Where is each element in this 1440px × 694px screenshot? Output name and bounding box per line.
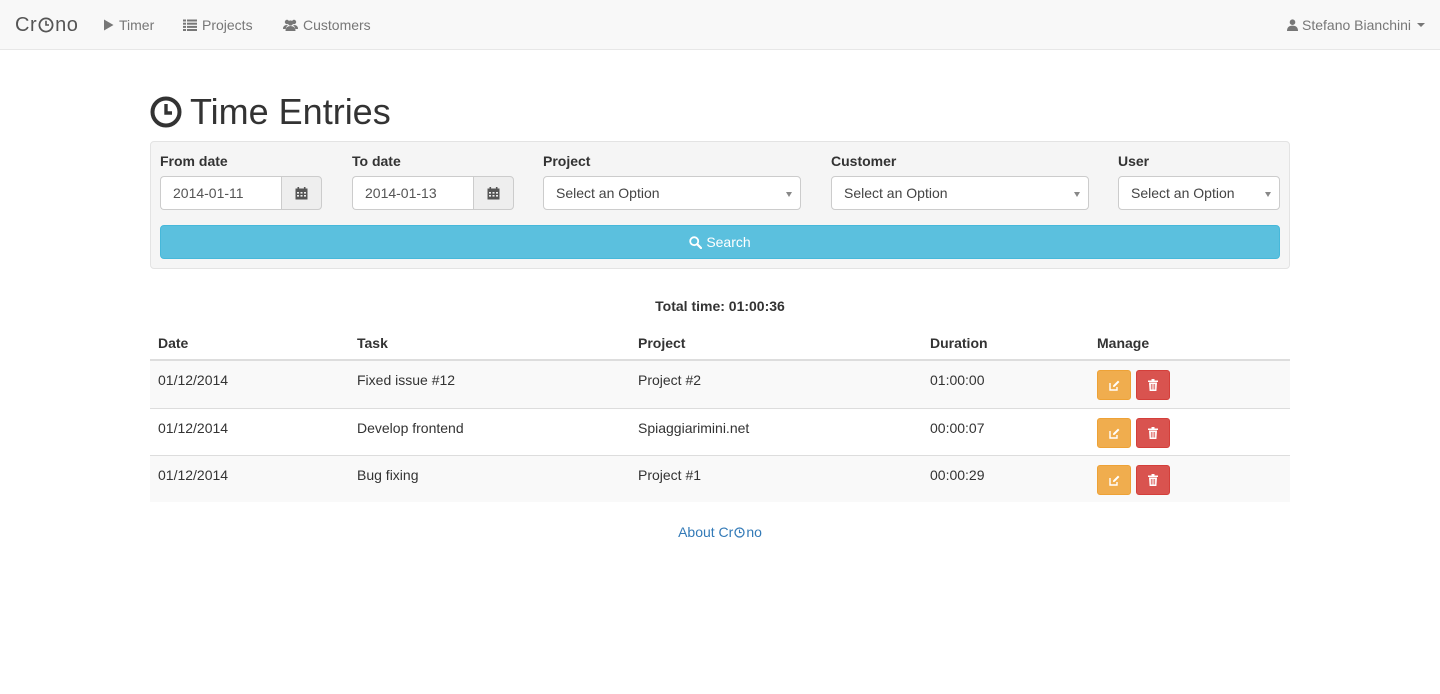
project-select[interactable]: Select an Option bbox=[543, 176, 801, 210]
trash-icon bbox=[1148, 474, 1158, 486]
nav-timer[interactable]: Timer bbox=[103, 0, 154, 50]
nav-customers[interactable]: Customers bbox=[283, 0, 371, 50]
column-header-task: Task bbox=[357, 335, 388, 351]
cell-project: Project #2 bbox=[638, 372, 702, 388]
dropdown-arrow-icon bbox=[1074, 192, 1080, 197]
edit-button[interactable] bbox=[1097, 370, 1131, 400]
edit-icon bbox=[1108, 475, 1119, 486]
cell-project: Spiaggiarimini.net bbox=[638, 420, 750, 436]
time-entries-table: Date Task Project Duration Manage 01/12/… bbox=[150, 324, 1290, 502]
project-filter-label: Project bbox=[543, 153, 591, 169]
user-select-value: Select an Option bbox=[1131, 185, 1235, 201]
nav-timer-label: Timer bbox=[119, 17, 155, 33]
about-link-suffix: no bbox=[746, 524, 762, 540]
total-time: Total time: 01:00:36 bbox=[655, 298, 785, 314]
calendar-icon bbox=[295, 186, 308, 199]
delete-button[interactable] bbox=[1136, 418, 1170, 448]
search-button[interactable]: Search bbox=[160, 225, 1280, 259]
nav-projects[interactable]: Projects bbox=[183, 0, 253, 50]
about-link[interactable]: About Cr no bbox=[0, 524, 1440, 540]
edit-button[interactable] bbox=[1097, 465, 1131, 495]
edit-button[interactable] bbox=[1097, 418, 1131, 448]
caret-down-icon bbox=[1417, 23, 1425, 27]
table-row: 01/12/2014 Bug fixing Project #1 00:00:2… bbox=[150, 455, 1290, 502]
trash-icon bbox=[1148, 379, 1158, 391]
user-menu[interactable]: Stefano Bianchini bbox=[1287, 0, 1425, 50]
brand-logo[interactable]: Cr no bbox=[15, 13, 78, 37]
cell-duration: 00:00:07 bbox=[930, 420, 985, 436]
user-icon bbox=[1287, 19, 1299, 31]
to-date-label: To date bbox=[352, 153, 401, 169]
from-date-calendar-button[interactable] bbox=[281, 176, 322, 210]
dropdown-arrow-icon bbox=[786, 192, 792, 197]
project-select-value: Select an Option bbox=[556, 185, 660, 201]
delete-button[interactable] bbox=[1136, 465, 1170, 495]
cell-date: 01/12/2014 bbox=[158, 420, 229, 436]
trash-icon bbox=[1148, 427, 1158, 439]
list-icon bbox=[183, 19, 197, 31]
search-button-label: Search bbox=[706, 234, 751, 250]
column-header-project: Project bbox=[638, 335, 686, 351]
customer-filter-label: Customer bbox=[831, 153, 897, 169]
customer-select-value: Select an Option bbox=[844, 185, 948, 201]
table-header: Date Task Project Duration Manage bbox=[150, 324, 1290, 361]
clock-icon bbox=[734, 526, 745, 538]
dropdown-arrow-icon bbox=[1265, 192, 1271, 197]
column-header-duration: Duration bbox=[930, 335, 988, 351]
clock-icon bbox=[38, 17, 54, 33]
edit-icon bbox=[1108, 428, 1119, 439]
from-date-group bbox=[160, 176, 322, 210]
from-date-input[interactable] bbox=[160, 176, 281, 210]
play-icon bbox=[103, 19, 114, 31]
user-name: Stefano Bianchini bbox=[1302, 17, 1411, 33]
edit-icon bbox=[1108, 380, 1119, 391]
users-icon bbox=[283, 19, 298, 31]
navbar: Cr no Timer Projects Customers Stefano B… bbox=[0, 0, 1440, 50]
nav-projects-label: Projects bbox=[202, 17, 253, 33]
from-date-label: From date bbox=[160, 153, 228, 169]
to-date-group bbox=[352, 176, 514, 210]
search-icon bbox=[689, 235, 703, 249]
page-title-text: Time Entries bbox=[190, 91, 391, 132]
user-filter-label: User bbox=[1118, 153, 1150, 169]
calendar-icon bbox=[487, 186, 500, 199]
cell-task: Fixed issue #12 bbox=[357, 372, 456, 388]
table-row: 01/12/2014 Develop frontend Spiaggiarimi… bbox=[150, 408, 1290, 455]
cell-project: Project #1 bbox=[638, 467, 702, 483]
customer-select[interactable]: Select an Option bbox=[831, 176, 1089, 210]
clock-icon bbox=[150, 96, 182, 128]
nav-customers-label: Customers bbox=[303, 17, 371, 33]
brand-suffix: no bbox=[55, 13, 79, 36]
cell-task: Bug fixing bbox=[357, 467, 419, 483]
table-row: 01/12/2014 Fixed issue #12 Project #2 01… bbox=[150, 361, 1290, 408]
cell-date: 01/12/2014 bbox=[158, 372, 229, 388]
column-header-date: Date bbox=[158, 335, 189, 351]
column-header-manage: Manage bbox=[1097, 335, 1150, 351]
cell-duration: 01:00:00 bbox=[930, 372, 985, 388]
delete-button[interactable] bbox=[1136, 370, 1170, 400]
cell-date: 01/12/2014 bbox=[158, 467, 229, 483]
to-date-input[interactable] bbox=[352, 176, 473, 210]
page-title: Time Entries bbox=[150, 90, 391, 134]
cell-task: Develop frontend bbox=[357, 420, 464, 436]
user-select[interactable]: Select an Option bbox=[1118, 176, 1280, 210]
cell-duration: 00:00:29 bbox=[930, 467, 985, 483]
brand-prefix: Cr bbox=[15, 13, 38, 36]
about-link-prefix: About Cr bbox=[678, 524, 734, 540]
to-date-calendar-button[interactable] bbox=[473, 176, 514, 210]
